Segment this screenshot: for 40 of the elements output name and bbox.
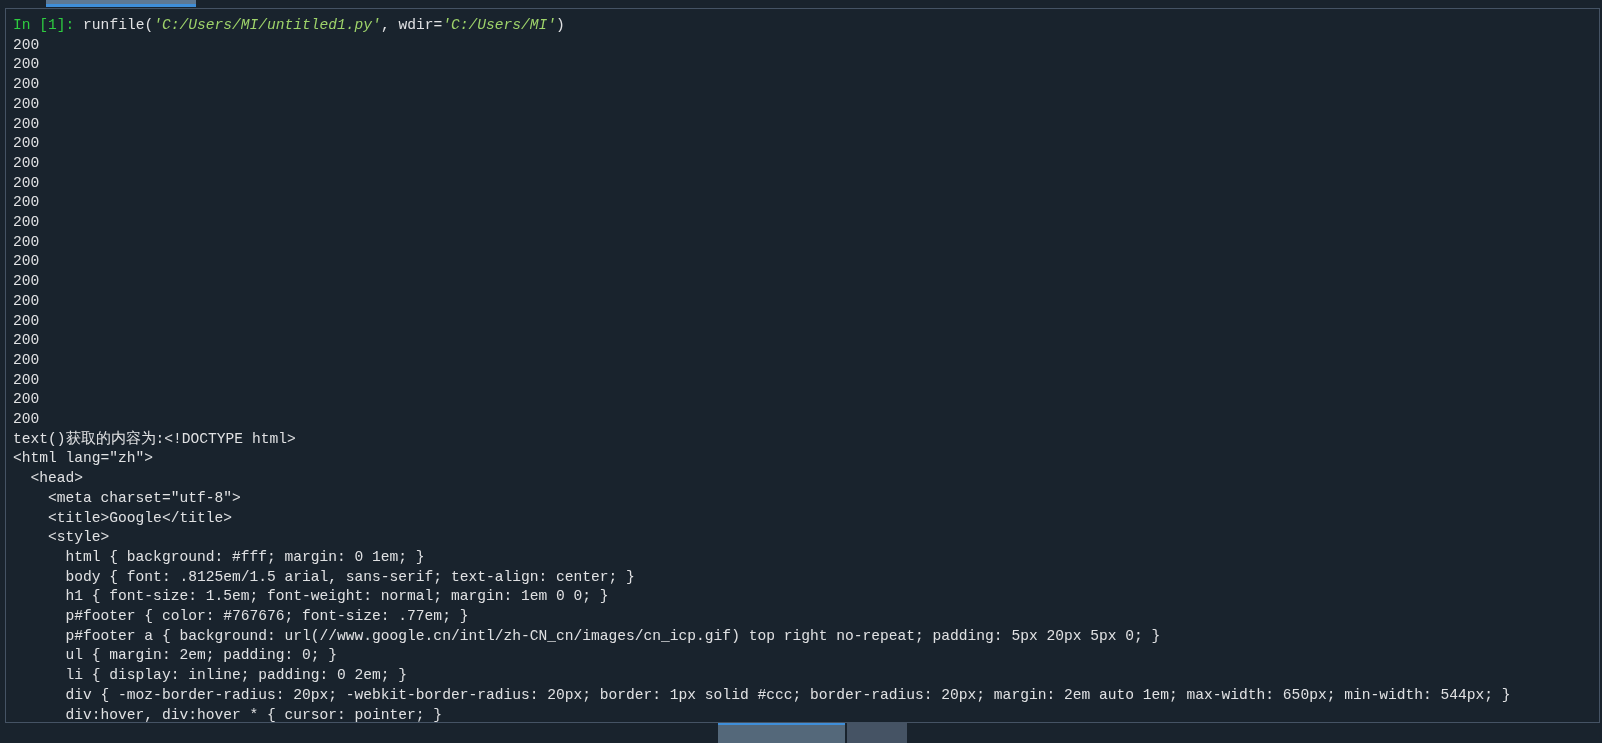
output-line: 200 <box>13 115 40 132</box>
output-line: <title>Google</title> <box>47 509 232 526</box>
output-line: 200 <box>13 351 40 368</box>
output-line: p#footer { color: #767676; font-size: .77em; } <box>64 608 469 625</box>
output-line: html { background: #fff; margin: 0 1em; } <box>64 548 425 565</box>
tab[interactable] <box>718 723 845 743</box>
output-line: 200 <box>13 371 40 388</box>
output-line: ul { margin: 2em; padding: 0; } <box>64 647 338 664</box>
output-line: 200 <box>13 332 40 349</box>
output-line: 200 <box>13 312 40 329</box>
output-line: 200 <box>13 273 40 290</box>
tab[interactable] <box>847 723 907 743</box>
output-line: 200 <box>13 214 40 230</box>
output-line: 200 <box>13 154 40 171</box>
output-line: 200 <box>13 135 40 152</box>
prompt: In [1]: <box>13 16 75 35</box>
output-line: 200 <box>13 76 40 93</box>
output-line: div:hover, div:hover * { cursor: pointer; } <box>64 706 443 722</box>
output-line: 200 <box>13 233 40 250</box>
output-line: 200 <box>13 391 40 408</box>
output-line: 200 <box>13 174 40 191</box>
output-line: p#footer a { background: url(//www.google.cn/intl/zh-CN_cn/images/cn_icp.gif) top right no-repeat; padding: 5px 20px 5px 0; } <box>64 627 1161 644</box>
output-line: body { font: .8125em/1.5 arial, sans-serif; text-align: center; } <box>64 568 635 585</box>
output-line: <html lang="zh"> <box>13 450 154 467</box>
code-line: runfile('C:/Users/MI/untitled1.py', wdir='C:/Users/MI') <box>83 16 565 35</box>
output-line: 200 <box>13 36 40 53</box>
output-line: 200 <box>13 253 40 270</box>
output-line: <meta charset="utf-8"> <box>47 489 241 506</box>
output-line: 200 <box>13 194 40 211</box>
output-line: div { -moz-border-radius: 20px; -webkit-border-radius: 20px; border: 1px solid #ccc; border-radius: 20px; margin: 2em auto 1em; max-width: 650px; min-width: 544px; } <box>64 686 1511 703</box>
output-line: <head> <box>29 470 84 487</box>
tab[interactable] <box>46 0 196 7</box>
output-line: <style> <box>47 529 110 546</box>
output-line: li { display: inline; padding: 0 2em; } <box>64 667 408 684</box>
output-line: 200 <box>13 56 40 73</box>
output-line: 200 <box>13 292 40 309</box>
output-line: text()获取的内容为:<!DOCTYPE html> <box>13 430 296 447</box>
output-line: 200 <box>13 411 40 428</box>
output-line: h1 { font-size: 1.5em; font-weight: normal; margin: 1em 0 0; } <box>64 588 609 605</box>
output-line: 200 <box>13 95 40 112</box>
